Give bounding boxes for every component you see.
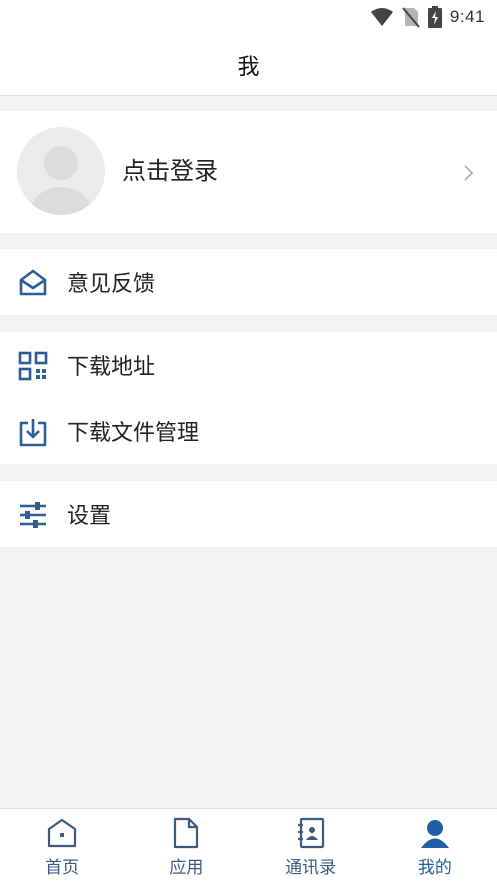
contacts-book-icon [297,817,324,849]
tab-bar: 首页 应用 通讯录 我的 [0,808,497,884]
header: 我 [0,34,497,96]
avatar-placeholder-icon [31,146,91,215]
menu-item-settings[interactable]: 设置 [0,481,497,547]
menu-item-feedback[interactable]: 意见反馈 [0,249,497,315]
tab-mine[interactable]: 我的 [373,809,497,884]
tab-label: 我的 [417,858,452,878]
wifi-icon [370,8,393,26]
menu-group-feedback: 意见反馈 [0,249,497,315]
menu-group-settings: 设置 [0,481,497,547]
home-icon [48,818,77,848]
tab-label: 通讯录 [285,858,337,878]
user-icon [420,820,449,848]
avatar[interactable] [17,127,105,215]
menu-item-download-files[interactable]: 下载文件管理 [0,398,497,464]
status-icons: 9:41 [370,6,485,28]
tab-home[interactable]: 首页 [0,809,124,884]
menu-item-label: 意见反馈 [67,272,156,297]
mail-open-icon [19,269,47,296]
status-bar: 9:41 [0,0,497,34]
tab-label: 应用 [169,858,204,878]
page-title: 我 [237,54,260,80]
download-tray-icon [19,419,47,447]
menu-item-label: 设置 [67,504,112,529]
menu-item-download-address[interactable]: 下载地址 [0,332,497,398]
status-time: 9:41 [449,7,485,26]
tab-apps[interactable]: 应用 [124,809,248,884]
battery-charging-icon [427,6,442,28]
no-sim-icon [402,7,420,28]
menu-item-label: 下载地址 [67,355,156,380]
login-label[interactable]: 点击登录 [122,151,218,186]
menu-item-label: 下载文件管理 [67,421,200,446]
document-icon [174,817,199,849]
menu-group-downloads: 下载地址 下载文件管理 [0,332,497,464]
chevron-right-icon [464,165,474,181]
tab-contacts[interactable]: 通讯录 [249,809,373,884]
qr-code-icon [18,351,48,381]
login-card[interactable]: 点击登录 [0,111,497,233]
sliders-icon [20,502,46,528]
tab-label: 首页 [45,858,80,878]
